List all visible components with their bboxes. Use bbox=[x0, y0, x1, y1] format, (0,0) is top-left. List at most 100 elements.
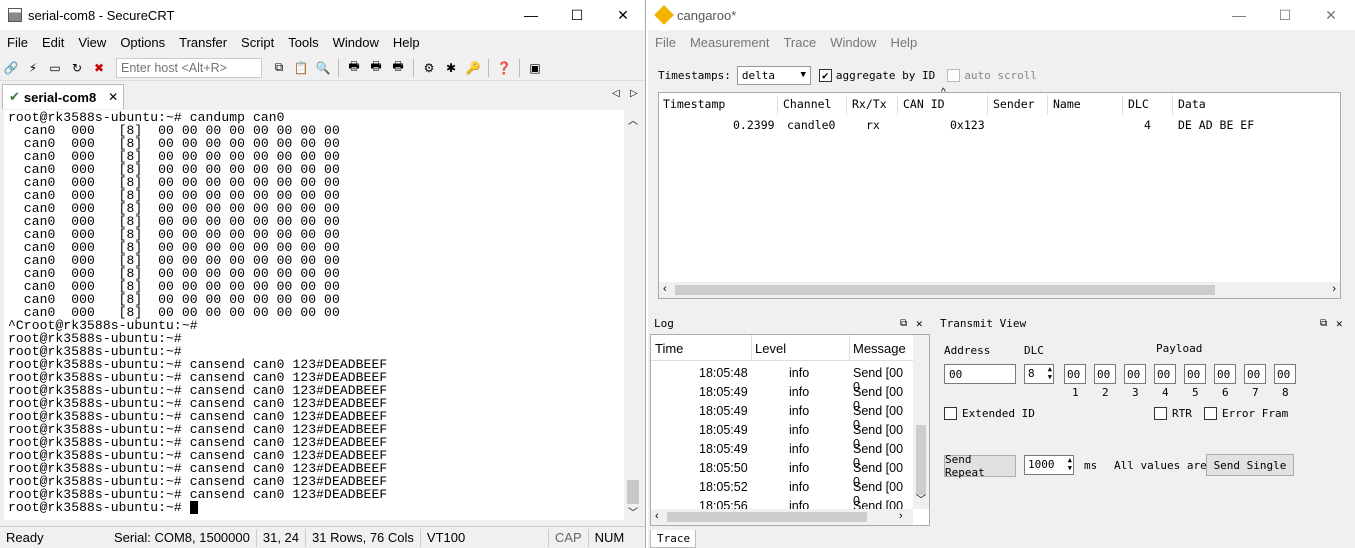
terminal-output[interactable]: root@rk3588s-ubuntu:~# candump can0 can0… bbox=[4, 110, 624, 520]
payload-byte-3[interactable] bbox=[1124, 364, 1146, 384]
sftp-icon[interactable]: ▣ bbox=[525, 58, 545, 78]
log-row[interactable]: 18:05:50 info Send [00 0 bbox=[651, 458, 913, 489]
payload-byte-2[interactable] bbox=[1094, 364, 1116, 384]
log-table[interactable]: Time Level Message 18:05:48 info Send [00 … bbox=[650, 334, 930, 526]
close-button[interactable]: ✕ bbox=[1308, 0, 1354, 30]
scroll-right-icon[interactable]: › bbox=[1332, 283, 1336, 295]
maximize-button[interactable]: ☐ bbox=[1262, 0, 1308, 30]
trace-hscrollbar[interactable]: ‹ › bbox=[659, 282, 1340, 298]
payload-byte-1[interactable] bbox=[1064, 364, 1086, 384]
menu-edit[interactable]: Edit bbox=[35, 35, 71, 50]
col-rxtx[interactable]: Rx/Tx bbox=[852, 97, 887, 111]
col-dlc[interactable]: DLC bbox=[1128, 97, 1149, 111]
scroll-thumb[interactable] bbox=[667, 512, 867, 522]
host-input[interactable] bbox=[116, 57, 262, 78]
menu-options[interactable]: Options bbox=[113, 35, 172, 50]
col-timestamp[interactable]: Timestamp bbox=[663, 97, 725, 111]
address-input[interactable] bbox=[944, 364, 1016, 384]
menu-script[interactable]: Script bbox=[234, 35, 281, 50]
tab-scroll-right-icon[interactable]: ▷ bbox=[630, 88, 638, 99]
connect-icon[interactable]: 🔗 bbox=[1, 58, 21, 78]
col-level[interactable]: Level bbox=[755, 341, 786, 356]
minimize-button[interactable]: — bbox=[508, 0, 554, 30]
interval-spinbox[interactable]: 1000 ▲ ▼ bbox=[1024, 455, 1074, 475]
log-row[interactable]: 18:05:49 info Send [00 0 bbox=[651, 420, 913, 451]
menu-help[interactable]: Help bbox=[386, 35, 427, 50]
close-button[interactable]: ✕ bbox=[600, 0, 645, 30]
close-icon[interactable]: ✕ bbox=[1336, 317, 1343, 330]
tab-trace[interactable]: Trace bbox=[650, 530, 696, 548]
tab-scroll-left-icon[interactable]: ◁ bbox=[612, 88, 620, 99]
menu-file[interactable]: File bbox=[648, 35, 683, 50]
tab-close-icon[interactable]: ✕ bbox=[108, 90, 118, 104]
menu-view[interactable]: View bbox=[71, 35, 113, 50]
col-name[interactable]: Name bbox=[1053, 97, 1081, 111]
float-icon[interactable]: ⧉ bbox=[900, 318, 907, 329]
scroll-down-icon[interactable]: ﹀ bbox=[628, 504, 638, 519]
global-options-icon[interactable]: ✱ bbox=[441, 58, 461, 78]
find-icon[interactable]: 🔍 bbox=[313, 58, 333, 78]
scroll-left-icon[interactable]: ‹ bbox=[655, 510, 659, 522]
scroll-thumb[interactable] bbox=[675, 285, 1215, 295]
aggregate-checkbox[interactable]: ✔ bbox=[818, 68, 832, 82]
print-setup-icon[interactable]: 🖶 bbox=[388, 58, 408, 78]
log-row[interactable]: 18:05:52 info Send [00 0 bbox=[651, 477, 913, 508]
menu-trace[interactable]: Trace bbox=[776, 35, 823, 50]
scroll-up-icon[interactable]: ︿ bbox=[628, 112, 638, 127]
autoscroll-checkbox[interactable] bbox=[947, 68, 961, 82]
scroll-thumb[interactable] bbox=[627, 480, 639, 504]
error-frame-checkbox[interactable] bbox=[1204, 407, 1217, 420]
log-hscrollbar[interactable]: ‹ › bbox=[651, 509, 913, 525]
rtr-checkbox[interactable] bbox=[1154, 407, 1167, 420]
payload-byte-7[interactable] bbox=[1244, 364, 1266, 384]
quick-connect-icon[interactable]: ⚡ bbox=[23, 58, 43, 78]
payload-byte-4[interactable] bbox=[1154, 364, 1176, 384]
copy-icon[interactable]: ⧉ bbox=[269, 58, 289, 78]
col-sender[interactable]: Sender bbox=[993, 97, 1035, 111]
log-row[interactable]: 18:05:48 info Send [00 0 bbox=[651, 363, 913, 394]
dlc-spinbox[interactable]: 8 ▲ ▼ bbox=[1024, 364, 1054, 384]
payload-byte-5[interactable] bbox=[1184, 364, 1206, 384]
keymap-icon[interactable]: 🔑 bbox=[463, 58, 483, 78]
menu-tools[interactable]: Tools bbox=[281, 35, 325, 50]
close-icon[interactable]: ✕ bbox=[916, 317, 923, 330]
session-options-icon[interactable]: ⚙ bbox=[419, 58, 439, 78]
menu-file[interactable]: File bbox=[0, 35, 35, 50]
print-icon[interactable]: 🖶 bbox=[344, 58, 364, 78]
disconnect-icon[interactable]: ✖ bbox=[89, 58, 109, 78]
paste-icon[interactable]: 📋 bbox=[291, 58, 311, 78]
col-can-id[interactable]: CAN ID bbox=[903, 97, 945, 111]
trace-table[interactable]: Timestamp Channel Rx/Tx CAN ID ^ Sender … bbox=[658, 87, 1341, 299]
log-row[interactable]: 18:05:49 info Send [00 0 bbox=[651, 439, 913, 470]
reconnect-icon[interactable]: ↻ bbox=[67, 58, 87, 78]
menu-transfer[interactable]: Transfer bbox=[172, 35, 234, 50]
send-repeat-button[interactable]: Send Repeat bbox=[944, 453, 1016, 479]
col-time[interactable]: Time bbox=[655, 341, 683, 356]
payload-byte-8[interactable] bbox=[1274, 364, 1296, 384]
menu-help[interactable]: Help bbox=[883, 35, 924, 50]
minimize-button[interactable]: — bbox=[1216, 0, 1262, 30]
spin-arrows-icon[interactable]: ▲ ▼ bbox=[1068, 456, 1072, 472]
log-row[interactable]: 18:05:49 info Send [00 0 bbox=[651, 401, 913, 432]
maximize-button[interactable]: ☐ bbox=[554, 0, 600, 30]
col-data[interactable]: Data bbox=[1178, 97, 1206, 111]
extended-id-checkbox[interactable] bbox=[944, 407, 957, 420]
connect-tab-icon[interactable]: ▭ bbox=[45, 58, 65, 78]
menu-window[interactable]: Window bbox=[823, 35, 883, 50]
scroll-right-icon[interactable]: › bbox=[899, 510, 903, 522]
scroll-left-icon[interactable]: ‹ bbox=[663, 283, 667, 295]
timestamps-select[interactable]: delta ▼ bbox=[736, 65, 811, 85]
scroll-down-icon[interactable]: ﹀ bbox=[916, 491, 926, 506]
send-single-button[interactable]: Send Single bbox=[1206, 454, 1294, 476]
log-row[interactable]: 18:05:49 info Send [00 0 bbox=[651, 382, 913, 413]
menu-measurement[interactable]: Measurement bbox=[683, 35, 776, 50]
col-channel[interactable]: Channel bbox=[783, 97, 831, 111]
col-message[interactable]: Message bbox=[853, 341, 906, 356]
menu-window[interactable]: Window bbox=[326, 35, 386, 50]
float-icon[interactable]: ⧉ bbox=[1320, 318, 1327, 329]
scroll-thumb[interactable] bbox=[916, 425, 926, 495]
spin-arrows-icon[interactable]: ▲ ▼ bbox=[1048, 365, 1052, 381]
terminal-scrollbar[interactable]: ︿ ﹀ bbox=[625, 110, 641, 520]
log-vscrollbar[interactable]: ﹀ bbox=[913, 335, 929, 509]
tab-serial-com8[interactable]: ✔ serial-com8 ✕ bbox=[2, 84, 124, 109]
